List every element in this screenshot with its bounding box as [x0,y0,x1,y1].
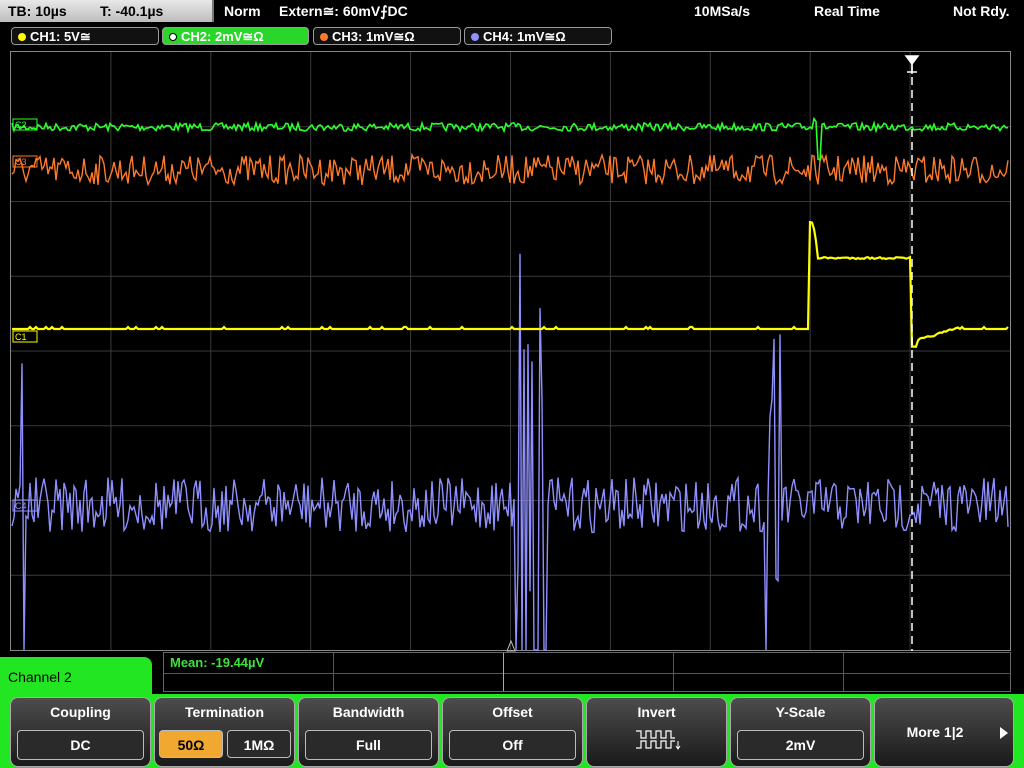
termination-title: Termination [184,704,265,720]
termination-softkey[interactable]: Termination 50Ω 1MΩ [154,697,295,767]
termination-50ohm-option[interactable]: 50Ω [159,730,223,758]
yscale-value[interactable]: 2mV [737,730,864,760]
measurement-panel: Mean: -19.44µV [163,652,1011,692]
offset-softkey[interactable]: Offset Off [442,697,583,767]
termination-1mohm-option[interactable]: 1MΩ [227,730,291,758]
menu-channel-label: Channel 2 [0,657,152,697]
more-label: More 1|2 [906,724,964,740]
invert-waveform-icon [636,730,681,750]
coupling-title: Coupling [50,704,111,720]
ch2-marker-label: C2 [15,120,27,130]
coupling-value[interactable]: DC [17,730,144,760]
more-softkey[interactable]: More 1|2 [874,697,1014,767]
bandwidth-softkey[interactable]: Bandwidth Full [298,697,439,767]
measurement-mean: Mean: -19.44µV [170,655,265,670]
yscale-softkey[interactable]: Y-Scale 2mV [730,697,871,767]
next-page-icon [1000,727,1008,739]
bandwidth-title: Bandwidth [332,704,405,720]
ch4-marker-label: C4 [15,501,27,511]
yscale-title: Y-Scale [775,704,826,720]
invert-title: Invert [637,704,676,720]
bandwidth-value[interactable]: Full [305,730,432,760]
invert-softkey[interactable]: Invert [586,697,727,767]
coupling-softkey[interactable]: Coupling DC [10,697,151,767]
offset-value[interactable]: Off [449,730,576,760]
offset-title: Offset [492,704,533,720]
waveform-canvas: C2 C3 C1 C4 [11,52,1010,652]
ch1-marker-label: C1 [15,332,27,342]
ch3-marker-label: C3 [15,157,27,167]
graticule [11,52,1010,650]
